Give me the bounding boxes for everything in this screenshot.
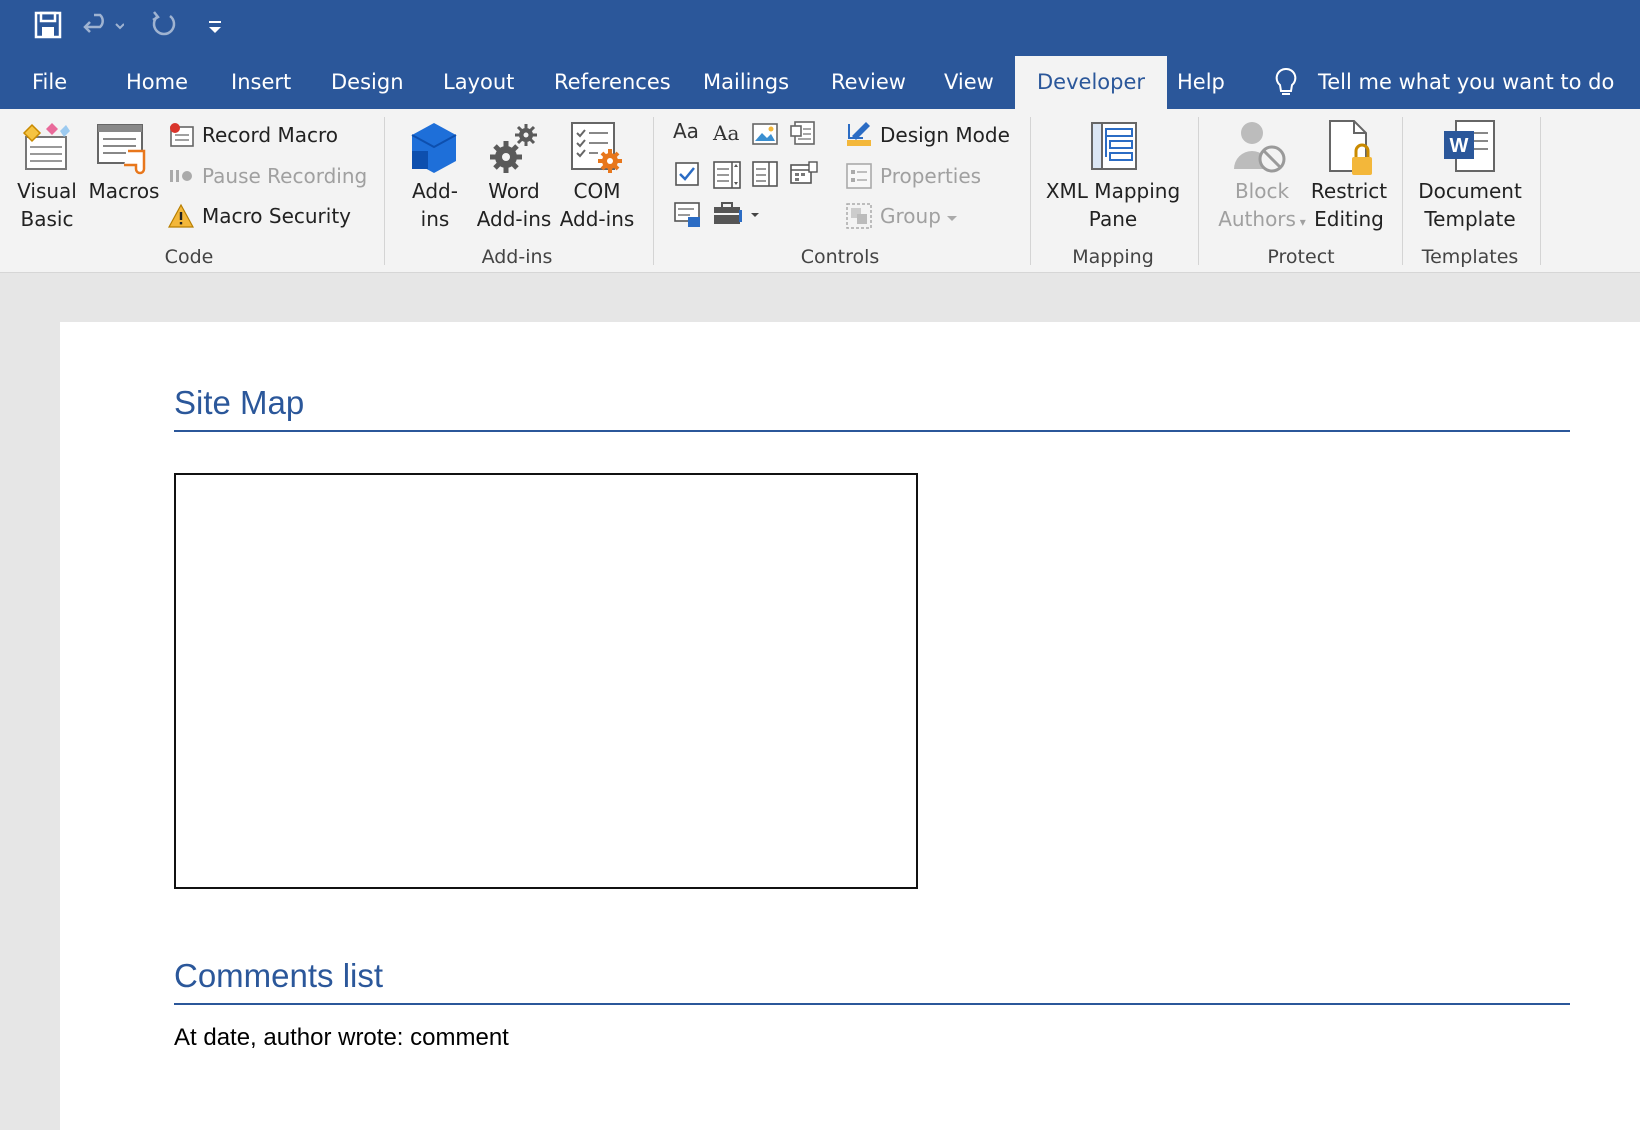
tab-design[interactable]: Design [331,56,404,109]
tab-view[interactable]: View [944,56,994,109]
office-addins-icon[interactable] [408,121,460,175]
warning-icon [167,203,195,229]
save-icon[interactable] [33,10,63,40]
com-addins-icon[interactable] [568,121,624,175]
lightbulb-icon[interactable] [1272,66,1300,100]
tell-me-search[interactable]: Tell me what you want to do [1318,56,1614,109]
customize-qat-icon[interactable] [200,10,230,40]
templates-group-label: Templates [1421,246,1519,268]
tab-mailings[interactable]: Mailings [703,56,789,109]
repeating-section-control-icon[interactable] [674,201,700,227]
title-bar: File Home Insert Design Layout Reference… [0,0,1640,109]
site-map-content-control[interactable] [174,473,918,889]
tab-review[interactable]: Review [831,56,906,109]
restrict-editing-icon[interactable] [1326,119,1378,177]
group-divider [653,117,654,265]
plain-text-control-icon[interactable]: Aa [713,121,739,145]
pause-recording-icon [168,163,194,189]
pause-recording-button[interactable]: Pause Recording [168,160,367,192]
properties-icon [846,163,872,189]
record-macro-button[interactable]: Record Macro [168,119,338,151]
tab-layout[interactable]: Layout [443,56,514,109]
group-divider [1198,117,1199,265]
code-group-label: Code [164,246,214,268]
comment-entry[interactable]: At date, author wrote: comment [174,1024,509,1052]
tab-developer[interactable]: Developer [1015,56,1168,109]
properties-button[interactable]: Properties [846,160,981,192]
group-icon [846,203,872,229]
com-addins-button[interactable]: COM Add-ins [560,177,635,233]
restrict-editing-button[interactable]: Restrict Editing [1311,177,1387,233]
redo-icon[interactable] [148,10,178,40]
design-mode-button[interactable]: Design Mode [846,119,1010,151]
word-addins-button[interactable]: Word Add-ins [477,177,552,233]
xml-mapping-icon[interactable] [1088,121,1140,173]
group-divider [384,117,385,265]
macro-security-button[interactable]: Macro Security [167,200,351,232]
controls-group-label: Controls [800,246,880,268]
ribbon: Visual Basic Macros Record Macro Pause Re… [0,109,1640,273]
tab-help[interactable]: Help [1177,56,1225,109]
document-template-button[interactable]: Document Template [1418,177,1522,233]
macros-button[interactable]: Macros [89,177,160,205]
protect-group-label: Protect [1267,246,1335,268]
tab-home[interactable]: Home [126,56,188,109]
visual-basic-icon[interactable] [20,121,72,173]
heading-rule [174,1003,1570,1005]
comments-list-heading[interactable]: Comments list [174,957,383,995]
block-authors-icon[interactable] [1232,119,1288,175]
site-map-heading[interactable]: Site Map [174,384,304,422]
addins-group-label: Add-ins [481,246,553,268]
tab-insert[interactable]: Insert [231,56,291,109]
design-mode-icon [846,122,872,148]
picture-control-icon[interactable] [752,121,778,147]
combo-box-control-icon[interactable] [713,161,741,189]
tab-references[interactable]: References [554,56,671,109]
heading-rule [174,430,1570,432]
group-divider [1540,117,1541,265]
rich-text-control-icon[interactable]: Aa [673,119,699,143]
visual-basic-button[interactable]: Visual Basic [17,177,77,233]
word-addins-icon[interactable] [488,121,540,175]
record-macro-icon [168,122,194,148]
group-divider [1030,117,1031,265]
checkbox-control-icon[interactable] [674,161,700,187]
xml-mapping-pane-button[interactable]: XML Mapping Pane [1046,177,1180,233]
date-picker-control-icon[interactable] [790,161,818,187]
svg-text:W: W [1450,135,1469,157]
document-template-icon[interactable]: W [1442,119,1498,177]
block-authors-dropdown-icon: ▾ [1295,215,1306,229]
block-authors-button[interactable]: Block Authors ▾ [1218,177,1306,236]
mapping-group-label: Mapping [1072,246,1154,268]
group-divider [1402,117,1403,265]
group-button[interactable]: Group [846,200,957,232]
undo-icon[interactable] [82,10,125,40]
group-dropdown-icon [946,204,957,228]
dropdown-list-control-icon[interactable] [752,161,778,187]
legacy-tools-icon[interactable] [713,201,761,227]
building-block-control-icon[interactable] [790,121,816,147]
tab-file[interactable]: File [32,56,67,109]
addins-button[interactable]: Add-ins [412,177,458,233]
macros-icon[interactable] [96,121,152,175]
